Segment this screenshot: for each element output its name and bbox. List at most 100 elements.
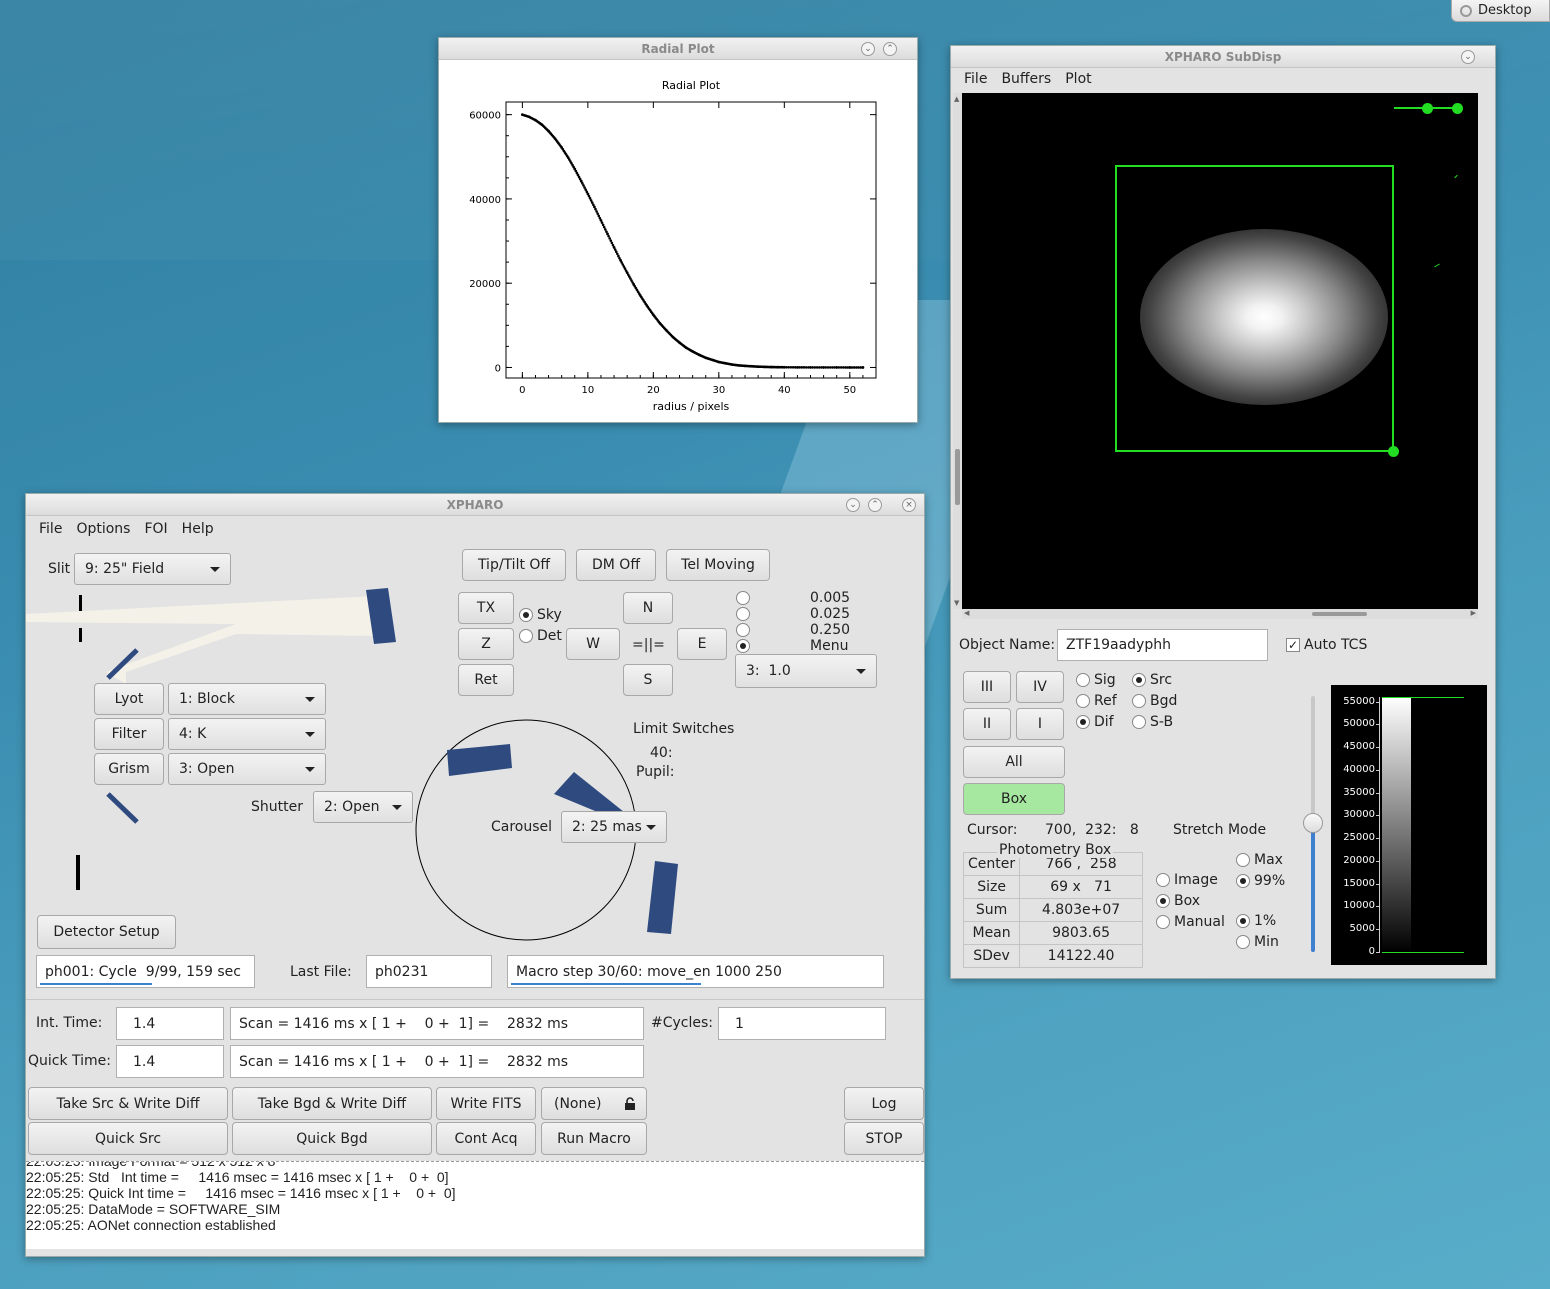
s-b-radio[interactable] xyxy=(1132,715,1146,729)
desktop-button[interactable]: Desktop xyxy=(1451,0,1550,22)
z-button[interactable]: Z xyxy=(458,628,514,660)
radial-plot-titlebar[interactable]: Radial Plot ⌄ ⌃ xyxy=(439,38,917,60)
overlay-handle-icon[interactable] xyxy=(1422,103,1433,114)
minimize-icon[interactable]: ⌄ xyxy=(861,42,875,56)
photometry-box-overlay[interactable] xyxy=(1115,165,1394,452)
quadrant-iii-button[interactable]: III xyxy=(963,671,1011,703)
step-0005-radio[interactable] xyxy=(736,591,750,605)
quick-src-button[interactable]: Quick Src xyxy=(28,1122,228,1155)
north-button[interactable]: N xyxy=(623,592,673,624)
quadrant-ii-button[interactable]: II xyxy=(963,708,1011,740)
object-name-field[interactable]: ZTF19aadyphh xyxy=(1057,629,1268,661)
bgd-radio[interactable] xyxy=(1132,694,1146,708)
ret-button[interactable]: Ret xyxy=(458,664,514,696)
maximize-icon[interactable]: ⌃ xyxy=(883,42,897,56)
west-button[interactable]: W xyxy=(566,628,620,660)
menu-plot[interactable]: Plot xyxy=(1058,68,1098,92)
auto-tcs-checkbox[interactable]: ✓ xyxy=(1286,638,1300,652)
menu-file[interactable]: File xyxy=(957,68,994,92)
menu-buffers[interactable]: Buffers xyxy=(994,68,1058,92)
run-macro-button[interactable]: Run Macro xyxy=(541,1122,647,1155)
sig-radio[interactable] xyxy=(1076,673,1090,687)
min-label: Min xyxy=(1254,934,1279,950)
step-size-dropdown[interactable]: 3: 1.0 xyxy=(735,654,877,688)
filter-dropdown[interactable]: 4: K xyxy=(168,718,326,750)
shutter-dropdown[interactable]: 2: Open xyxy=(313,791,413,823)
log-button[interactable]: Log xyxy=(844,1087,924,1120)
stop-button[interactable]: STOP xyxy=(844,1122,924,1155)
minimize-icon[interactable]: ⌄ xyxy=(846,498,860,512)
cont-acq-button[interactable]: Cont Acq xyxy=(436,1122,536,1155)
colorbar-tick xyxy=(1376,724,1380,726)
scroll-thumb[interactable] xyxy=(955,449,960,505)
take-bgd-button[interactable]: Take Bgd & Write Diff xyxy=(232,1087,432,1120)
macro-file-button[interactable]: (None) xyxy=(541,1087,647,1120)
step-menu-radio[interactable] xyxy=(736,639,750,653)
xpharo-titlebar[interactable]: XPHARO ⌄ ⌃ × xyxy=(26,494,924,516)
quadrant-i-button[interactable]: I xyxy=(1016,708,1064,740)
minimize-icon[interactable]: ⌄ xyxy=(1461,50,1475,64)
tiptilt-button[interactable]: Tip/Tilt Off xyxy=(462,549,566,581)
table-row: Sum 4.803e+07 xyxy=(962,898,1143,922)
grism-button[interactable]: Grism xyxy=(94,753,164,785)
lyot-dropdown[interactable]: 1: Block xyxy=(168,683,326,715)
quick-bgd-button[interactable]: Quick Bgd xyxy=(232,1122,432,1155)
south-button[interactable]: S xyxy=(623,664,673,696)
tx-button[interactable]: TX xyxy=(458,592,514,624)
take-src-button[interactable]: Take Src & Write Diff xyxy=(28,1087,228,1120)
step-0250-radio[interactable] xyxy=(736,623,750,637)
maximize-icon[interactable]: ⌃ xyxy=(868,498,882,512)
stretch-manual-radio[interactable] xyxy=(1156,915,1170,929)
scroll-up-icon[interactable]: ▲ xyxy=(954,95,959,103)
colorbar-tick xyxy=(1376,929,1380,931)
stretch-image-radio[interactable] xyxy=(1156,873,1170,887)
stretch-box-radio[interactable] xyxy=(1156,894,1170,908)
dm-button[interactable]: DM Off xyxy=(576,549,656,581)
det-radio[interactable] xyxy=(519,629,533,643)
close-icon[interactable]: × xyxy=(902,498,916,512)
log-panel[interactable]: 22:05:25: Image Format = 512 x 512 x 8 2… xyxy=(26,1161,924,1249)
subdisp-titlebar[interactable]: XPHARO SubDisp ⌄ xyxy=(951,46,1495,68)
scroll-left-icon[interactable]: ◀ xyxy=(964,609,969,617)
menu-help[interactable]: Help xyxy=(175,518,221,540)
quick-time-field[interactable]: 1.4 xyxy=(116,1045,224,1078)
last-file-field[interactable]: ph0231 xyxy=(366,955,492,988)
lyot-button[interactable]: Lyot xyxy=(94,683,164,715)
cycles-field[interactable]: 1 xyxy=(718,1007,886,1040)
hscroll-thumb[interactable] xyxy=(1312,612,1367,616)
stretch-slider-handle[interactable] xyxy=(1303,813,1323,833)
pct99-radio[interactable] xyxy=(1236,874,1250,888)
min-radio[interactable] xyxy=(1236,935,1250,949)
image-hscrollbar[interactable]: ◀ ▶ xyxy=(962,609,1478,619)
east-button[interactable]: E xyxy=(677,628,727,660)
y-tick-label: 40000 xyxy=(469,195,501,206)
int-time-field[interactable]: 1.4 xyxy=(116,1007,224,1040)
menu-file[interactable]: File xyxy=(32,518,69,540)
menu-options[interactable]: Options xyxy=(69,518,137,540)
src-radio[interactable] xyxy=(1132,673,1146,687)
image-vscrollbar[interactable]: ▲ ▼ xyxy=(953,93,962,609)
detector-setup-button[interactable]: Detector Setup xyxy=(37,915,176,949)
image-display[interactable] xyxy=(962,93,1478,609)
all-button[interactable]: All xyxy=(963,746,1065,778)
step-0025-radio[interactable] xyxy=(736,607,750,621)
max-radio[interactable] xyxy=(1236,853,1250,867)
pct1-radio[interactable] xyxy=(1236,914,1250,928)
sky-radio[interactable] xyxy=(519,608,533,622)
dif-radio[interactable] xyxy=(1076,715,1090,729)
write-fits-button[interactable]: Write FITS xyxy=(436,1087,536,1120)
chevron-down-icon xyxy=(856,669,866,674)
scroll-down-icon[interactable]: ▼ xyxy=(954,599,959,607)
scroll-right-icon[interactable]: ▶ xyxy=(1471,609,1476,617)
slit-dropdown[interactable]: 9: 25" Field xyxy=(74,553,231,585)
carousel-dropdown[interactable]: 2: 25 mas xyxy=(561,811,667,843)
filter-button[interactable]: Filter xyxy=(94,718,164,750)
tel-moving-button[interactable]: Tel Moving xyxy=(666,549,770,581)
grism-dropdown[interactable]: 3: Open xyxy=(168,753,326,785)
box-handle-icon[interactable] xyxy=(1388,446,1399,457)
menu-foi[interactable]: FOI xyxy=(137,518,174,540)
ref-radio[interactable] xyxy=(1076,694,1090,708)
quadrant-iv-button[interactable]: IV xyxy=(1016,671,1064,703)
box-button[interactable]: Box xyxy=(963,783,1065,815)
overlay-handle-icon[interactable] xyxy=(1452,103,1463,114)
